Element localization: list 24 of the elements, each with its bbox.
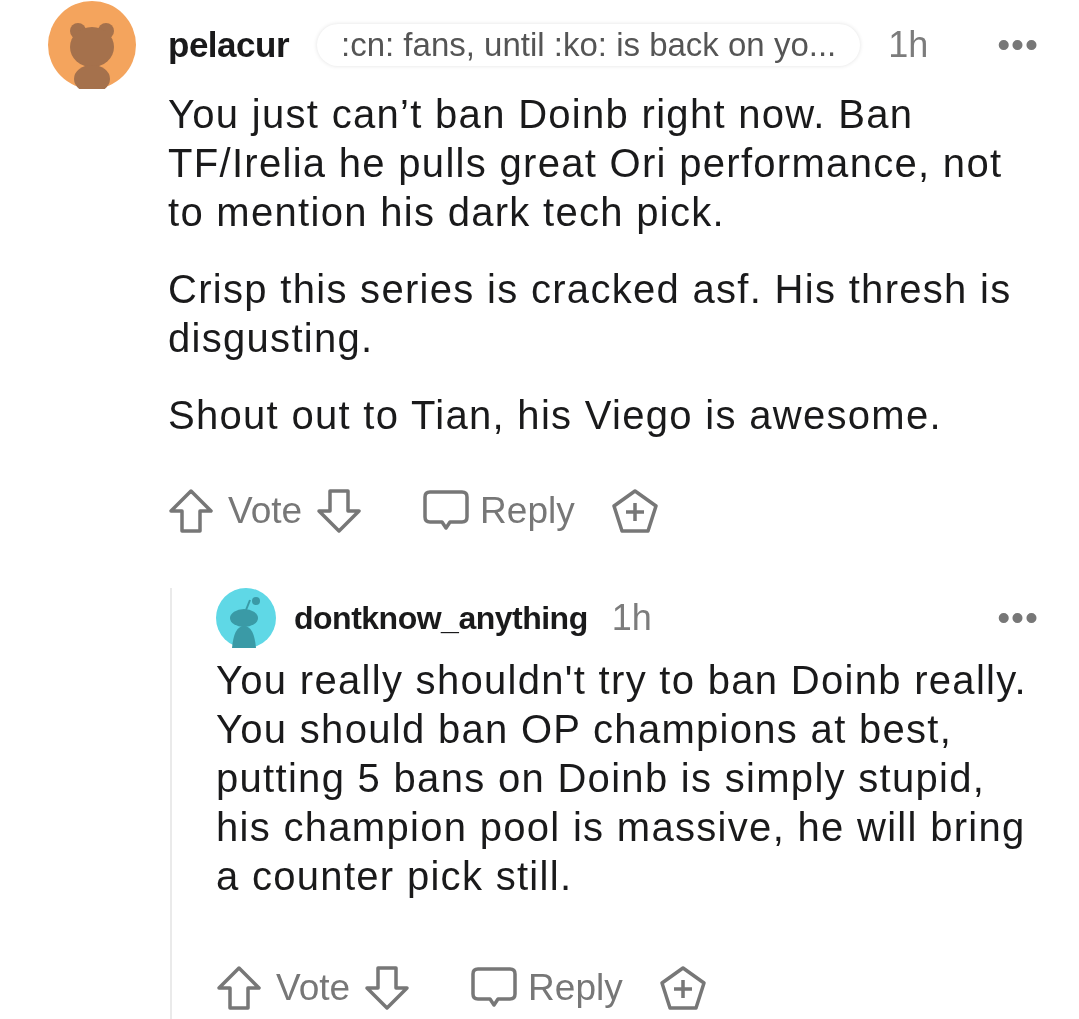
vote-label: Vote [276,967,351,1009]
reply-button[interactable]: Reply [470,966,623,1010]
downvote-icon[interactable] [316,488,363,534]
comment-text: Crisp this series is cracked asf. His thresh is disgusting. [168,266,1013,362]
username[interactable]: dontknow_anything [294,599,588,637]
comment-icon [422,489,471,533]
downvote-icon[interactable] [364,965,411,1011]
more-options-button[interactable]: ••• [997,597,1039,639]
award-icon[interactable] [610,488,659,534]
upvote-icon[interactable] [216,965,262,1011]
avatar [216,588,276,648]
reply-button[interactable]: Reply [422,489,575,533]
more-options-button[interactable]: ••• [997,24,1039,66]
comment-text: You just can’t ban Doinb right now. Ban TF/Irelia he pulls great Ori performance, not to mention his dark tech pick. [168,91,1004,236]
timestamp: 1h [888,24,929,66]
username[interactable]: pelacur [168,25,289,65]
comment-icon [470,966,519,1010]
timestamp: 1h [611,597,652,639]
user-flair: :cn: fans, until :ko: is back on yo... [317,24,861,66]
upvote-icon[interactable] [168,488,214,534]
vote-label: Vote [228,490,303,532]
comment-text: You really shouldn't try to ban Doinb really. You should ban OP champions at best, putting 5 bans on Doinb is simply stupid, his champion pool is massive, he will bring a counter pick still. [216,657,1029,900]
comment-text: Shout out to Tian, his Viego is awesome. [168,392,943,439]
award-icon[interactable] [658,965,707,1011]
